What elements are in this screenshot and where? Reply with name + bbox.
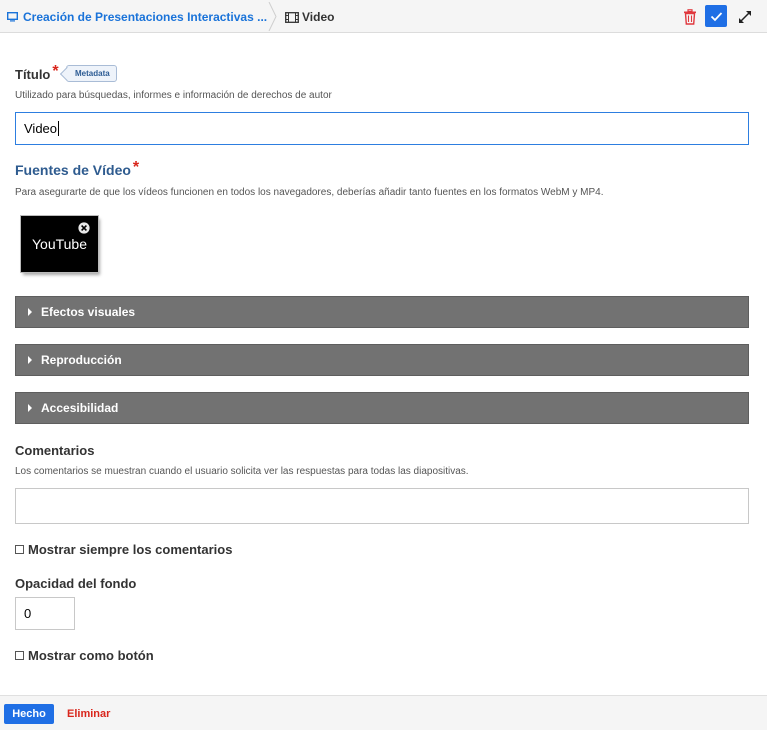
text-caret <box>58 121 60 136</box>
confirm-button[interactable] <box>705 5 727 27</box>
background-opacity-label: Opacidad del fondo <box>15 576 137 591</box>
caret-right-icon <box>28 308 32 316</box>
expand-icon[interactable] <box>737 9 753 25</box>
caret-right-icon <box>28 356 32 364</box>
caret-right-icon <box>28 404 32 412</box>
metadata-button[interactable]: Metadata <box>66 65 117 82</box>
title-label: Título * <box>15 63 59 82</box>
group-playback[interactable]: Reproducción <box>15 344 749 376</box>
title-description: Utilizado para búsquedas, informes e inf… <box>15 90 332 101</box>
editor-header: Creación de Presentaciones Interactivas … <box>0 0 767 33</box>
breadcrumb-separator <box>268 2 277 31</box>
breadcrumb-parent[interactable]: Creación de Presentaciones Interactivas … <box>7 9 267 25</box>
done-button[interactable]: Hecho <box>4 704 54 724</box>
required-marker: * <box>52 63 59 80</box>
background-opacity-input[interactable]: 0 <box>15 597 75 630</box>
breadcrumb-current: Video <box>285 9 334 25</box>
video-sources-description: Para asegurarte de que los vídeos funcio… <box>15 187 604 198</box>
group-accessibility[interactable]: Accesibilidad <box>15 392 749 424</box>
checkbox-box[interactable] <box>15 651 24 660</box>
comments-label: Comentarios <box>15 443 95 458</box>
comments-description: Los comentarios se muestran cuando el us… <box>15 466 469 477</box>
title-input[interactable]: Video <box>15 112 749 145</box>
checkbox-box[interactable] <box>15 545 24 554</box>
always-show-comments-checkbox[interactable]: Mostrar siempre los comentarios <box>15 542 232 557</box>
breadcrumb-parent-label: Creación de Presentaciones Interactivas … <box>23 10 268 24</box>
delete-button[interactable]: Eliminar <box>67 708 110 720</box>
video-sources-title: Fuentes de Vídeo * <box>15 159 140 178</box>
required-marker: * <box>132 159 140 176</box>
breadcrumb-current-label: Video <box>302 10 335 24</box>
show-as-button-checkbox[interactable]: Mostrar como botón <box>15 648 154 663</box>
trash-icon[interactable] <box>683 9 697 25</box>
close-icon[interactable] <box>78 222 90 234</box>
monitor-icon <box>7 12 18 22</box>
group-visual-effects[interactable]: Efectos visuales <box>15 296 749 328</box>
youtube-source-item[interactable]: YouTube <box>21 216 98 272</box>
comments-input[interactable] <box>15 488 749 524</box>
film-icon <box>285 11 299 23</box>
editor-footer: Hecho Eliminar <box>0 695 767 730</box>
youtube-source-label: YouTube <box>31 236 87 252</box>
check-icon <box>710 11 722 21</box>
